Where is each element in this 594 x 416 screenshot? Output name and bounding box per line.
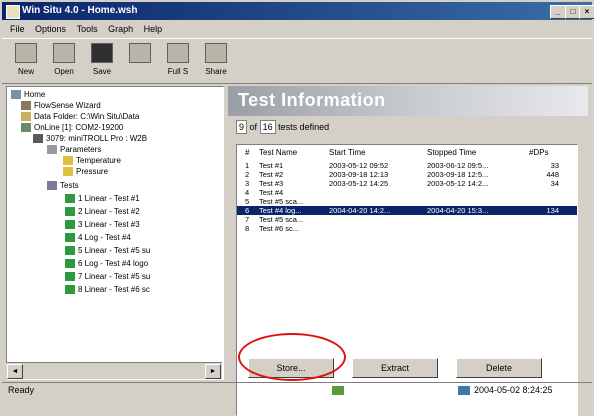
count-of: of (249, 122, 258, 132)
extract-button[interactable]: Extract (352, 358, 438, 378)
defined-count: 9 (236, 120, 248, 134)
col-stopped-time[interactable]: Stopped Time (427, 147, 507, 159)
scroll-right-button[interactable]: ► (205, 364, 221, 379)
table-row[interactable]: 1 Test #1 2003-05-12 09:52 2003-06-12 09… (237, 161, 577, 170)
scroll-left-button[interactable]: ◄ (7, 364, 23, 379)
tree-item-temperature[interactable]: Temperature (63, 156, 121, 166)
save-icon (91, 43, 113, 63)
test-status-icon (65, 233, 75, 243)
tree-horizontal-scrollbar[interactable]: ◄ ► (6, 362, 222, 379)
share-icon (205, 43, 227, 63)
close-button[interactable]: × (579, 5, 594, 19)
open-button[interactable]: Open (48, 43, 80, 79)
full-screen-button[interactable]: Full S (162, 43, 194, 79)
tree-item-home[interactable]: Home (11, 90, 45, 100)
col-number[interactable]: # (245, 147, 257, 159)
tree-item-online[interactable]: OnLine [1]: COM2-19200 (21, 123, 123, 133)
share-button[interactable]: Share (200, 43, 232, 79)
home-icon (11, 90, 21, 100)
test-status-icon (65, 285, 75, 295)
tree-item-test-7[interactable]: 7 Linear - Test #5 su (65, 272, 150, 282)
new-button[interactable]: New (10, 43, 42, 79)
menu-tools[interactable]: Tools (77, 22, 98, 36)
table-row[interactable]: 2 Test #2 2003-09-18 12:13 2003-09-18 12… (237, 170, 577, 179)
save-label: Save (92, 67, 112, 76)
panel-title: Test Information (238, 90, 386, 110)
window-title: Win Situ 4.0 - Home.wsh (22, 5, 138, 16)
app-icon (6, 5, 20, 19)
table-row-selected[interactable]: 6 Test #4 log... 2004-04-20 14:2... 2004… (237, 206, 577, 215)
save-button[interactable]: Save (86, 43, 118, 79)
toolbar: New Open Save Full S Share (2, 38, 592, 84)
tree-item-test-1[interactable]: 1 Linear - Test #1 (65, 194, 140, 204)
tree-item-flowsense[interactable]: FlowSense Wizard (21, 101, 101, 111)
menu-options[interactable]: Options (35, 22, 66, 36)
full-screen-icon (167, 43, 189, 63)
col-test-name[interactable]: Test Name (259, 147, 319, 159)
list-header: # Test Name Start Time Stopped Time #DPs (237, 147, 577, 159)
print-button[interactable] (124, 43, 156, 79)
new-icon (15, 43, 37, 63)
table-row[interactable]: 8 Test #6 sc... (237, 224, 577, 233)
status-text: Ready (8, 385, 35, 395)
tests-icon (47, 181, 57, 191)
table-row[interactable]: 3 Test #3 2003-05-12 14:25 2003-05-12 14… (237, 179, 577, 188)
test-status-icon (65, 246, 75, 256)
test-count: 9 of 16 tests defined (236, 120, 329, 134)
total-count: 16 (259, 120, 276, 134)
table-row[interactable]: 4 Test #4 (237, 188, 577, 197)
test-status-icon (65, 194, 75, 204)
col-start-time[interactable]: Start Time (329, 147, 399, 159)
panel-banner: Test Information (228, 86, 588, 116)
delete-button[interactable]: Delete (456, 358, 542, 378)
tree-item-device[interactable]: 3079: miniTROLL Pro : W2B (33, 134, 147, 144)
col-dps[interactable]: #DPs (529, 147, 559, 159)
test-status-icon (65, 259, 75, 269)
status-datetime: 2004-05-02 8:24:25 (474, 385, 553, 395)
test-status-icon (65, 272, 75, 282)
test-status-icon (65, 220, 75, 230)
full-screen-label: Full S (167, 67, 189, 76)
clock-icon (458, 386, 470, 395)
tree-item-test-6[interactable]: 6 Log - Test #4 logo (65, 259, 148, 269)
menu-help[interactable]: Help (144, 22, 163, 36)
tree-item-data-folder[interactable]: Data Folder: C:\Win Situ\Data (21, 112, 139, 122)
tree-item-test-4[interactable]: 4 Log - Test #4 (65, 233, 131, 243)
count-suffix: tests defined (278, 122, 330, 132)
tree-item-test-2[interactable]: 2 Linear - Test #2 (65, 207, 140, 217)
menu-bar: File Options Tools Graph Help (2, 22, 592, 36)
folder-icon (21, 112, 31, 122)
tree-item-tests[interactable]: Tests (47, 181, 79, 191)
test-status-icon (65, 207, 75, 217)
menu-graph[interactable]: Graph (108, 22, 133, 36)
new-label: New (17, 67, 34, 76)
share-label: Share (205, 67, 227, 76)
temperature-icon (63, 156, 73, 166)
tree-item-test-5[interactable]: 5 Linear - Test #5 su (65, 246, 150, 256)
menu-file[interactable]: File (10, 22, 25, 36)
table-row[interactable]: 7 Test #5 sca... (237, 215, 577, 224)
main-window: Win Situ 4.0 - Home.wsh _ □ × File Optio… (0, 0, 594, 416)
connection-icon (21, 123, 31, 133)
parameters-icon (47, 145, 57, 155)
status-bar: Ready 2004-05-02 8:24:25 (2, 382, 592, 398)
tree-item-pressure[interactable]: Pressure (63, 167, 108, 177)
wizard-icon (21, 101, 31, 111)
highlight-circle (238, 333, 346, 381)
title-bar: Win Situ 4.0 - Home.wsh _ □ × (2, 2, 594, 20)
tree-item-test-3[interactable]: 3 Linear - Test #3 (65, 220, 140, 230)
tree-item-parameters[interactable]: Parameters (47, 145, 101, 155)
print-icon (129, 43, 151, 63)
open-icon (53, 43, 75, 63)
connection-status-icon (332, 386, 344, 395)
minimize-button[interactable]: _ (550, 5, 566, 19)
open-label: Open (54, 67, 74, 76)
table-row[interactable]: 5 Test #5 sca... (237, 197, 577, 206)
tree-item-test-8[interactable]: 8 Linear - Test #6 sc (65, 285, 150, 295)
pressure-icon (63, 167, 73, 177)
navigation-tree[interactable]: Home FlowSense Wizard Data Folder: C:\Wi… (6, 86, 224, 380)
device-icon (33, 134, 43, 144)
